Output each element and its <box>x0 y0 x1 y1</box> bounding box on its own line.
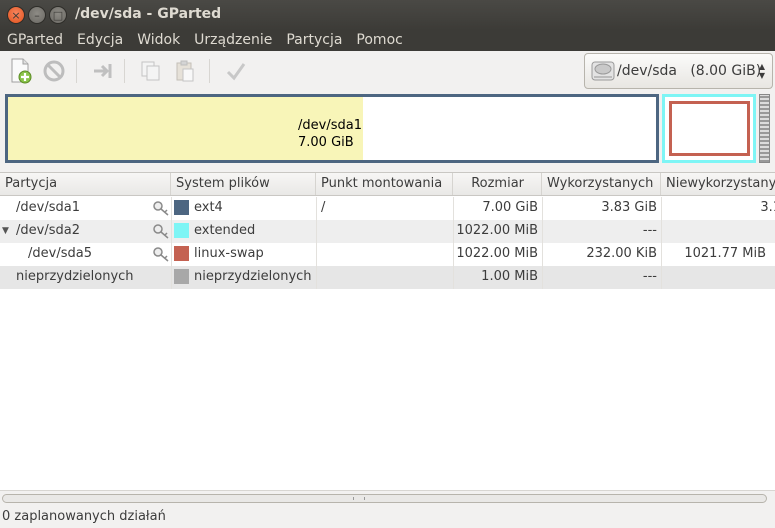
cell-used: --- <box>642 269 657 284</box>
cell-mountpoint: / <box>321 200 326 215</box>
apply-icon <box>226 63 246 81</box>
resize-move-icon <box>94 64 112 78</box>
cell-mountpoint <box>321 220 451 243</box>
table-row[interactable]: /dev/sda5 linux-swap 1022.00 MiB 232.00 … <box>0 243 775 266</box>
toolbar-separator <box>124 59 125 83</box>
maximize-icon: □ <box>52 8 64 22</box>
filesystem-color-swatch <box>174 269 189 284</box>
pending-operations-status: 0 zaplanowanych działań <box>2 509 166 524</box>
cell-filesystem: extended <box>194 223 256 238</box>
apply-button[interactable] <box>221 56 251 86</box>
cell-filesystem: nieprzydzielonych <box>194 269 312 284</box>
hard-disk-icon <box>591 61 615 81</box>
cell-unused <box>661 266 775 289</box>
cell-size: 1.00 MiB <box>481 269 538 284</box>
disk-map-unallocated[interactable] <box>759 94 770 163</box>
filesystem-color-swatch <box>174 246 189 261</box>
cell-partition: nieprzydzielonych <box>16 269 134 284</box>
close-icon: × <box>11 8 21 22</box>
delete-partition-button[interactable] <box>39 56 69 86</box>
horizontal-scrollbar[interactable] <box>0 490 775 506</box>
minimize-icon: – <box>34 8 40 22</box>
menu-partition[interactable]: Partycja <box>279 30 349 51</box>
menu-view[interactable]: Widok <box>130 30 187 51</box>
table-row[interactable]: ▼ /dev/sda2 extended 1022.00 MiB --- <box>0 220 775 243</box>
close-window-button[interactable]: × <box>7 6 25 24</box>
key-icon <box>153 201 169 216</box>
cell-used: --- <box>642 223 657 238</box>
new-partition-icon <box>11 58 32 84</box>
paste-button[interactable] <box>170 56 200 86</box>
cell-mountpoint <box>321 266 451 289</box>
delete-icon <box>43 60 65 82</box>
disk-map-partition-sda2[interactable] <box>662 94 756 163</box>
status-bar: 0 zaplanowanych działań <box>0 506 775 528</box>
column-header-mountpoint[interactable]: Punkt montowania <box>316 173 453 195</box>
menu-bar: GParted Edycja Widok Urządzenie Partycja… <box>0 30 775 51</box>
cell-size: 1022.00 MiB <box>456 223 538 238</box>
scrollbar-thumb[interactable] <box>2 494 767 503</box>
title-bar: × – □ /dev/sda - GParted <box>0 0 775 30</box>
table-row[interactable]: /dev/sda1 ext4 / 7.00 GiB 3.83 GiB 3.17 … <box>0 197 775 220</box>
cell-filesystem: linux-swap <box>194 246 264 261</box>
toolbar-separator <box>209 59 210 83</box>
disk-map-partition-size: 7.00 GiB <box>298 135 354 150</box>
resize-move-button[interactable] <box>88 56 118 86</box>
key-icon <box>153 247 169 262</box>
window-title: /dev/sda - GParted <box>75 6 222 22</box>
column-header-unused[interactable]: Niewykorzystanych <box>661 173 775 195</box>
filesystem-color-swatch <box>174 223 189 238</box>
cell-used: 232.00 KiB <box>586 246 657 261</box>
copy-icon <box>141 61 160 81</box>
cell-unused: 3.17 GiB <box>760 200 775 215</box>
key-icon <box>153 224 169 239</box>
device-selector-label: /dev/sda (8.00 GiB) <box>617 63 762 79</box>
cell-partition: /dev/sda2 <box>16 223 80 238</box>
cell-partition: /dev/sda5 <box>28 246 92 261</box>
disk-map-partition-name: /dev/sda1 <box>298 118 362 133</box>
expander-arrow-icon[interactable]: ▼ <box>2 226 9 236</box>
cell-filesystem: ext4 <box>194 200 223 215</box>
toolbar: /dev/sda (8.00 GiB) ▲ ▼ <box>0 51 775 91</box>
cell-mountpoint <box>321 243 451 266</box>
toolbar-separator <box>76 59 77 83</box>
maximize-window-button[interactable]: □ <box>49 6 67 24</box>
combo-arrows-icon: ▲ ▼ <box>758 62 765 80</box>
menu-gparted[interactable]: GParted <box>0 30 70 51</box>
minimize-window-button[interactable]: – <box>28 6 46 24</box>
disk-map: /dev/sda1 7.00 GiB <box>0 91 775 169</box>
paste-icon <box>176 60 194 82</box>
menu-edit[interactable]: Edycja <box>70 30 130 51</box>
cell-size: 1022.00 MiB <box>456 246 538 261</box>
device-selector[interactable]: /dev/sda (8.00 GiB) ▲ ▼ <box>584 53 773 89</box>
disk-map-partition-sda1[interactable]: /dev/sda1 7.00 GiB <box>5 94 659 163</box>
cell-used: 3.83 GiB <box>601 200 657 215</box>
cell-unused <box>661 220 775 243</box>
new-partition-button[interactable] <box>5 56 35 86</box>
column-header-partition[interactable]: Partycja <box>0 173 171 195</box>
table-header: Partycja System plików Punkt montowania … <box>0 173 775 196</box>
column-header-filesystem[interactable]: System plików <box>171 173 316 195</box>
filesystem-color-swatch <box>174 200 189 215</box>
menu-help[interactable]: Pomoc <box>349 30 409 51</box>
cell-unused: 1021.77 MiB <box>684 246 766 261</box>
scrollbar-grip-icon <box>353 497 365 500</box>
partition-table: Partycja System plików Punkt montowania … <box>0 172 775 490</box>
cell-partition: /dev/sda1 <box>16 200 80 215</box>
disk-map-partition-sda5[interactable] <box>669 101 750 156</box>
column-header-used[interactable]: Wykorzystanych <box>542 173 661 195</box>
cell-size: 7.00 GiB <box>482 200 538 215</box>
copy-button[interactable] <box>136 56 166 86</box>
menu-device[interactable]: Urządzenie <box>187 30 279 51</box>
table-row[interactable]: nieprzydzielonych nieprzydzielonych 1.00… <box>0 266 775 289</box>
column-header-size[interactable]: Rozmiar <box>453 173 542 195</box>
